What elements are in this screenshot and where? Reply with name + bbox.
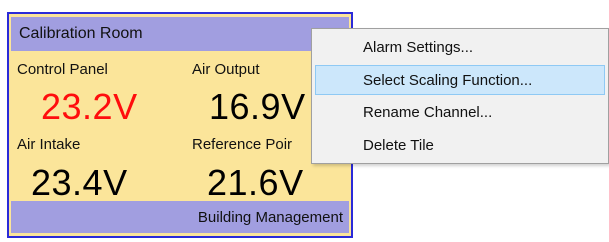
channel-value-reference-point: 21.6V (207, 162, 304, 203)
channel-label-reference-point: Reference Poir (192, 136, 293, 153)
menu-item-label: Rename Channel... (363, 104, 493, 121)
menu-item-delete-tile[interactable]: Delete Tile (315, 130, 605, 160)
tile-footer: Building Management (11, 201, 349, 233)
menu-item-label: Delete Tile (363, 137, 434, 154)
channel-label-air-output: Air Output (192, 61, 260, 78)
screen: Calibration Room Control Panel 23.2V Air… (0, 0, 609, 242)
channel-label-control-panel: Control Panel (17, 61, 108, 78)
tile-footer-label: Building Management (197, 209, 343, 226)
tile-title: Calibration Room (19, 25, 143, 42)
menu-item-rename-channel[interactable]: Rename Channel... (315, 97, 605, 127)
channel-value-air-intake: 23.4V (31, 162, 128, 203)
monitor-tile[interactable]: Calibration Room Control Panel 23.2V Air… (7, 12, 353, 238)
channel-value-control-panel: 23.2V (41, 86, 138, 127)
menu-item-alarm-settings[interactable]: Alarm Settings... (315, 32, 605, 62)
context-menu: Alarm Settings... Select Scaling Functio… (311, 28, 609, 164)
menu-item-label: Select Scaling Function... (363, 72, 533, 89)
menu-item-label: Alarm Settings... (363, 39, 474, 56)
channel-label-air-intake: Air Intake (17, 136, 81, 153)
menu-item-select-scaling-function[interactable]: Select Scaling Function... (315, 65, 605, 95)
channel-value-air-output: 16.9V (209, 86, 306, 127)
tile-header: Calibration Room (11, 17, 349, 51)
